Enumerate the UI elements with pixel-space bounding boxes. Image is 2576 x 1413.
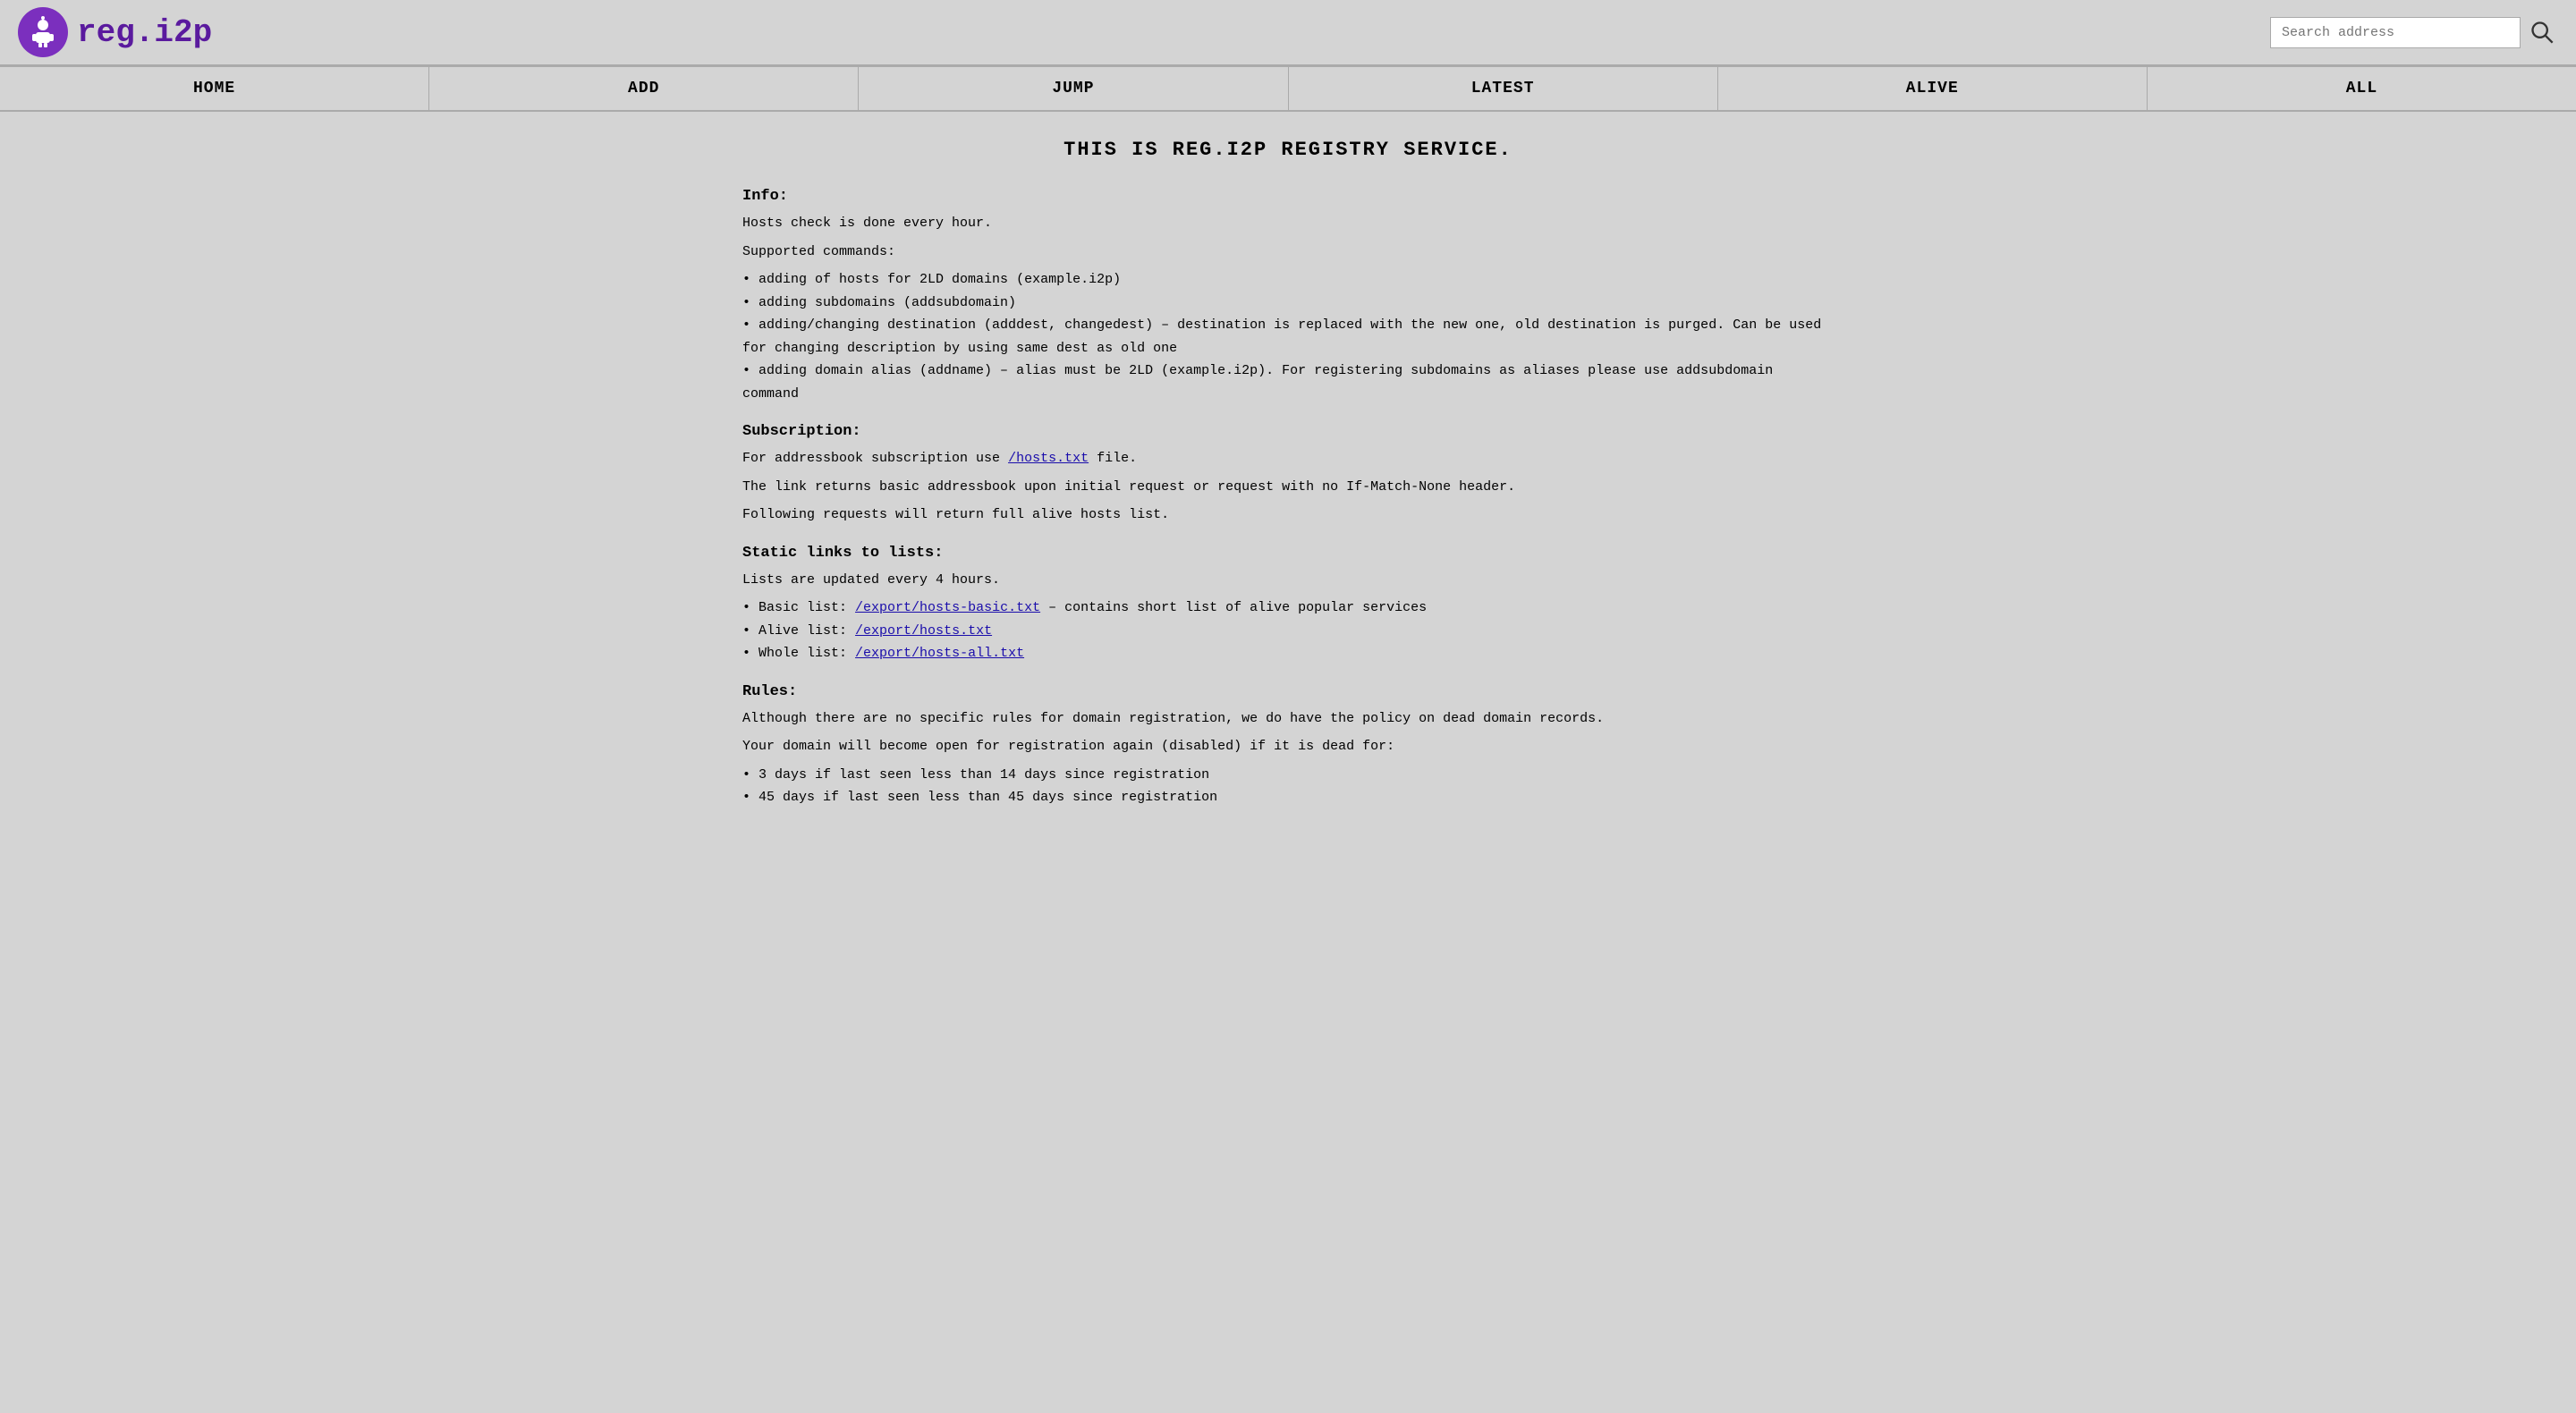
section-rules: Rules: Although there are no specific ru… xyxy=(742,683,1834,809)
static-link-whole: Whole list: /export/hosts-all.txt xyxy=(742,642,1834,665)
info-bullet-2: adding subdomains (addsubdomain) xyxy=(742,292,1834,315)
static-link-alive: Alive list: /export/hosts.txt xyxy=(742,620,1834,643)
static-links-heading: Static links to lists: xyxy=(742,545,1834,562)
search-icon xyxy=(2529,20,2555,45)
logo-area: reg.i2p xyxy=(18,7,212,57)
main-nav: HOME ADD JUMP LATEST ALIVE ALL xyxy=(0,65,2576,112)
info-text: Hosts check is done every hour. Supporte… xyxy=(742,212,1834,405)
logo-icon xyxy=(18,7,68,57)
main-content: THIS IS REG.I2P REGISTRY SERVICE. Info: … xyxy=(716,112,1860,845)
rules-paragraph2: Your domain will become open for registr… xyxy=(742,735,1834,758)
section-info: Info: Hosts check is done every hour. Su… xyxy=(742,188,1834,405)
basic-list-link[interactable]: /export/hosts-basic.txt xyxy=(855,600,1040,615)
subscription-text-before: For addressbook subscription use xyxy=(742,451,1008,466)
subscription-text-after: file. xyxy=(1089,451,1137,466)
nav-jump[interactable]: JUMP xyxy=(859,67,1288,110)
alive-list-label: Alive list: xyxy=(758,623,855,639)
search-input[interactable] xyxy=(2270,17,2521,48)
rules-heading: Rules: xyxy=(742,683,1834,700)
nav-alive[interactable]: ALIVE xyxy=(1718,67,2148,110)
nav-add[interactable]: ADD xyxy=(429,67,859,110)
subscription-paragraph1: For addressbook subscription use /hosts.… xyxy=(742,447,1834,470)
static-link-basic: Basic list: /export/hosts-basic.txt – co… xyxy=(742,597,1834,620)
subscription-heading: Subscription: xyxy=(742,423,1834,440)
info-paragraph2: Supported commands: xyxy=(742,241,1834,264)
info-bullet-4: adding domain alias (addname) – alias mu… xyxy=(742,360,1834,405)
info-heading: Info: xyxy=(742,188,1834,205)
alive-list-link[interactable]: /export/hosts.txt xyxy=(855,623,992,639)
nav-latest[interactable]: LATEST xyxy=(1289,67,1718,110)
rules-paragraph1: Although there are no specific rules for… xyxy=(742,707,1834,731)
rules-bullet-1: 3 days if last seen less than 14 days si… xyxy=(742,764,1834,787)
whole-list-link[interactable]: /export/hosts-all.txt xyxy=(855,646,1024,661)
site-logo-text: reg.i2p xyxy=(77,14,212,51)
info-bullet-3: adding/changing destination (adddest, ch… xyxy=(742,314,1834,360)
search-area xyxy=(2270,16,2558,48)
static-links-text: Lists are updated every 4 hours. Basic l… xyxy=(742,569,1834,665)
info-bullet-1: adding of hosts for 2LD domains (example… xyxy=(742,268,1834,292)
static-links-paragraph1: Lists are updated every 4 hours. xyxy=(742,569,1834,592)
search-button[interactable] xyxy=(2526,16,2558,48)
logo-svg xyxy=(27,16,59,48)
page-title: THIS IS REG.I2P REGISTRY SERVICE. xyxy=(742,139,1834,161)
subscription-paragraph2: The link returns basic addressbook upon … xyxy=(742,476,1834,499)
static-links-bullets: Basic list: /export/hosts-basic.txt – co… xyxy=(742,597,1834,665)
info-bullets: adding of hosts for 2LD domains (example… xyxy=(742,268,1834,405)
hosts-txt-link[interactable]: /hosts.txt xyxy=(1008,451,1089,466)
section-subscription: Subscription: For addressbook subscripti… xyxy=(742,423,1834,527)
nav-all[interactable]: ALL xyxy=(2148,67,2576,110)
whole-list-label: Whole list: xyxy=(758,646,855,661)
basic-list-suffix: – contains short list of alive popular s… xyxy=(1040,600,1427,615)
rules-text: Although there are no specific rules for… xyxy=(742,707,1834,809)
section-static-links: Static links to lists: Lists are updated… xyxy=(742,545,1834,665)
subscription-text: For addressbook subscription use /hosts.… xyxy=(742,447,1834,527)
rules-bullets: 3 days if last seen less than 14 days si… xyxy=(742,764,1834,809)
info-paragraph1: Hosts check is done every hour. xyxy=(742,212,1834,235)
nav-home[interactable]: HOME xyxy=(0,67,429,110)
subscription-paragraph3: Following requests will return full aliv… xyxy=(742,503,1834,527)
rules-bullet-2: 45 days if last seen less than 45 days s… xyxy=(742,786,1834,809)
header: reg.i2p xyxy=(0,0,2576,65)
basic-list-label: Basic list: xyxy=(758,600,855,615)
